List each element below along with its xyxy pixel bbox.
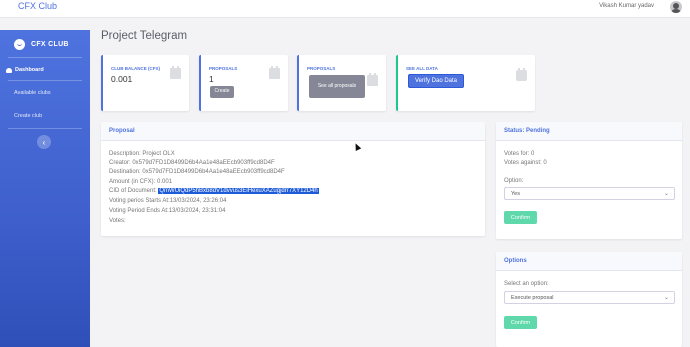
votes-against: Votes against: 0 bbox=[504, 160, 547, 166]
proposal-creator: Creator: 0x579d7FD1D8499D6b4Aa1e48aEEcb9… bbox=[109, 160, 275, 166]
votes-label: Votes: bbox=[109, 218, 126, 224]
see-proposals-card: PROPOSALS See all proposals bbox=[297, 55, 386, 111]
amount-value: 0.001 bbox=[157, 179, 173, 185]
calendar-icon bbox=[367, 73, 378, 86]
chevron-left-icon: ‹ bbox=[42, 137, 46, 147]
verify-data-card: SEE ALL DATA Verify Dao Data bbox=[396, 55, 535, 111]
voting-end: Voting Period Ends At:13/03/2024, 23:31:… bbox=[109, 208, 226, 214]
sidebar-item-label: Available clubs bbox=[14, 90, 51, 96]
proposal-cid: CID of Document: QmWUiQdP5hBxb8dV1dvvus3… bbox=[109, 188, 319, 194]
sidebar-item-label: Dashboard bbox=[15, 67, 44, 73]
confirm-vote-button[interactable]: Confirm bbox=[504, 211, 537, 224]
voting-end-value: 13/03/2024, 23:31:04 bbox=[168, 208, 226, 214]
options-panel: Options Select an option: Execute propos… bbox=[496, 252, 682, 347]
chevron-down-icon: ⌄ bbox=[663, 295, 669, 301]
votes-for-value: 0 bbox=[531, 151, 535, 157]
options-header: Options bbox=[496, 252, 682, 271]
sidebar: CFX CLUB Dashboard Available clubs Creat… bbox=[0, 30, 90, 347]
voting-start: Voting perios Starts At:13/03/2024, 23:2… bbox=[109, 198, 227, 204]
calendar-icon bbox=[269, 66, 280, 79]
club-balance-card: CLUB BALANCE (CFX) 0.001 bbox=[101, 55, 189, 111]
verify-dao-data-button[interactable]: Verify Dao Data bbox=[408, 74, 464, 88]
proposal-description: Description: Project OLX bbox=[109, 151, 175, 157]
cid-value-selected[interactable]: QmWUiQdP5hBxb8dV1dvvus3EiHexuXAZugjdrr7X… bbox=[158, 188, 319, 194]
execute-option-select[interactable]: Execute proposal ⌄ bbox=[504, 291, 675, 304]
status-panel: Status: Pending Votes for: 0 Votes again… bbox=[496, 122, 682, 239]
proposals-count-card: PROPOSALS 1 Create bbox=[199, 55, 288, 111]
proposal-destination: Destination: 0x579d7FD1D8499D6b4Aa1e48aE… bbox=[109, 169, 285, 175]
proposal-amount: Amount (in CFX): 0.001 bbox=[109, 179, 173, 185]
proposals-count-value: 1 bbox=[209, 74, 214, 84]
smile-logo-icon bbox=[14, 38, 25, 50]
topbar-brand[interactable]: CFX Club bbox=[18, 1, 57, 11]
user-name[interactable]: Vikash Kumar yadav bbox=[599, 3, 654, 9]
confirm-option-button[interactable]: Confirm bbox=[504, 316, 537, 329]
sidebar-divider bbox=[8, 80, 82, 81]
creator-value: 0x579d7FD1D8499D6b4Aa1e48aEEcb903ff9cd8D… bbox=[132, 160, 275, 166]
dashboard-icon bbox=[6, 67, 12, 73]
club-balance-value: 0.001 bbox=[111, 74, 133, 84]
vote-option-value: Yes bbox=[511, 191, 520, 197]
sidebar-divider bbox=[8, 128, 82, 129]
votes-against-value: 0 bbox=[543, 160, 547, 166]
sidebar-item-create-club[interactable]: Create club bbox=[14, 113, 42, 119]
execute-option-value: Execute proposal bbox=[511, 295, 554, 301]
sidebar-toggle-button[interactable]: ‹ bbox=[37, 135, 51, 149]
status-header: Status: Pending bbox=[496, 122, 682, 141]
option-label: Option: bbox=[504, 178, 524, 184]
votes-for: Votes for: 0 bbox=[504, 151, 535, 157]
card-label: SEE ALL DATA bbox=[406, 66, 438, 71]
card-label: PROPOSALS bbox=[307, 66, 336, 71]
description-value: Project OLX bbox=[142, 151, 175, 157]
sidebar-divider bbox=[8, 57, 82, 58]
sidebar-item-available-clubs[interactable]: Available clubs bbox=[14, 90, 51, 96]
proposal-header: Proposal bbox=[101, 122, 485, 141]
calendar-icon bbox=[170, 66, 181, 79]
sidebar-item-dashboard[interactable]: Dashboard bbox=[6, 67, 44, 73]
create-proposal-button[interactable]: Create bbox=[210, 86, 234, 98]
voting-start-value: 13/03/2024, 23:26:04 bbox=[169, 198, 227, 204]
clipboard-icon bbox=[516, 68, 527, 81]
card-label: PROPOSALS bbox=[209, 66, 238, 71]
chevron-down-icon: ⌄ bbox=[663, 191, 669, 197]
vote-option-select[interactable]: Yes ⌄ bbox=[504, 187, 675, 200]
destination-value: 0x579d7FD1D8499D6b4Aa1e48aEEcb903ff9cd8D… bbox=[142, 169, 285, 175]
sidebar-brand[interactable]: CFX CLUB bbox=[14, 38, 69, 50]
sidebar-item-label: Create club bbox=[14, 113, 43, 119]
select-option-label: Select an option: bbox=[504, 281, 549, 287]
user-avatar-icon[interactable] bbox=[670, 1, 682, 13]
see-all-proposals-button[interactable]: See all proposals bbox=[309, 75, 365, 98]
sidebar-brand-text: CFX CLUB bbox=[31, 40, 69, 48]
topbar: CFX Club Vikash Kumar yadav bbox=[0, 0, 690, 18]
card-label: CLUB BALANCE (CFX) bbox=[111, 66, 160, 71]
page-title: Project Telegram bbox=[101, 30, 188, 42]
proposal-panel: Proposal Description: Project OLX Creato… bbox=[101, 122, 485, 236]
